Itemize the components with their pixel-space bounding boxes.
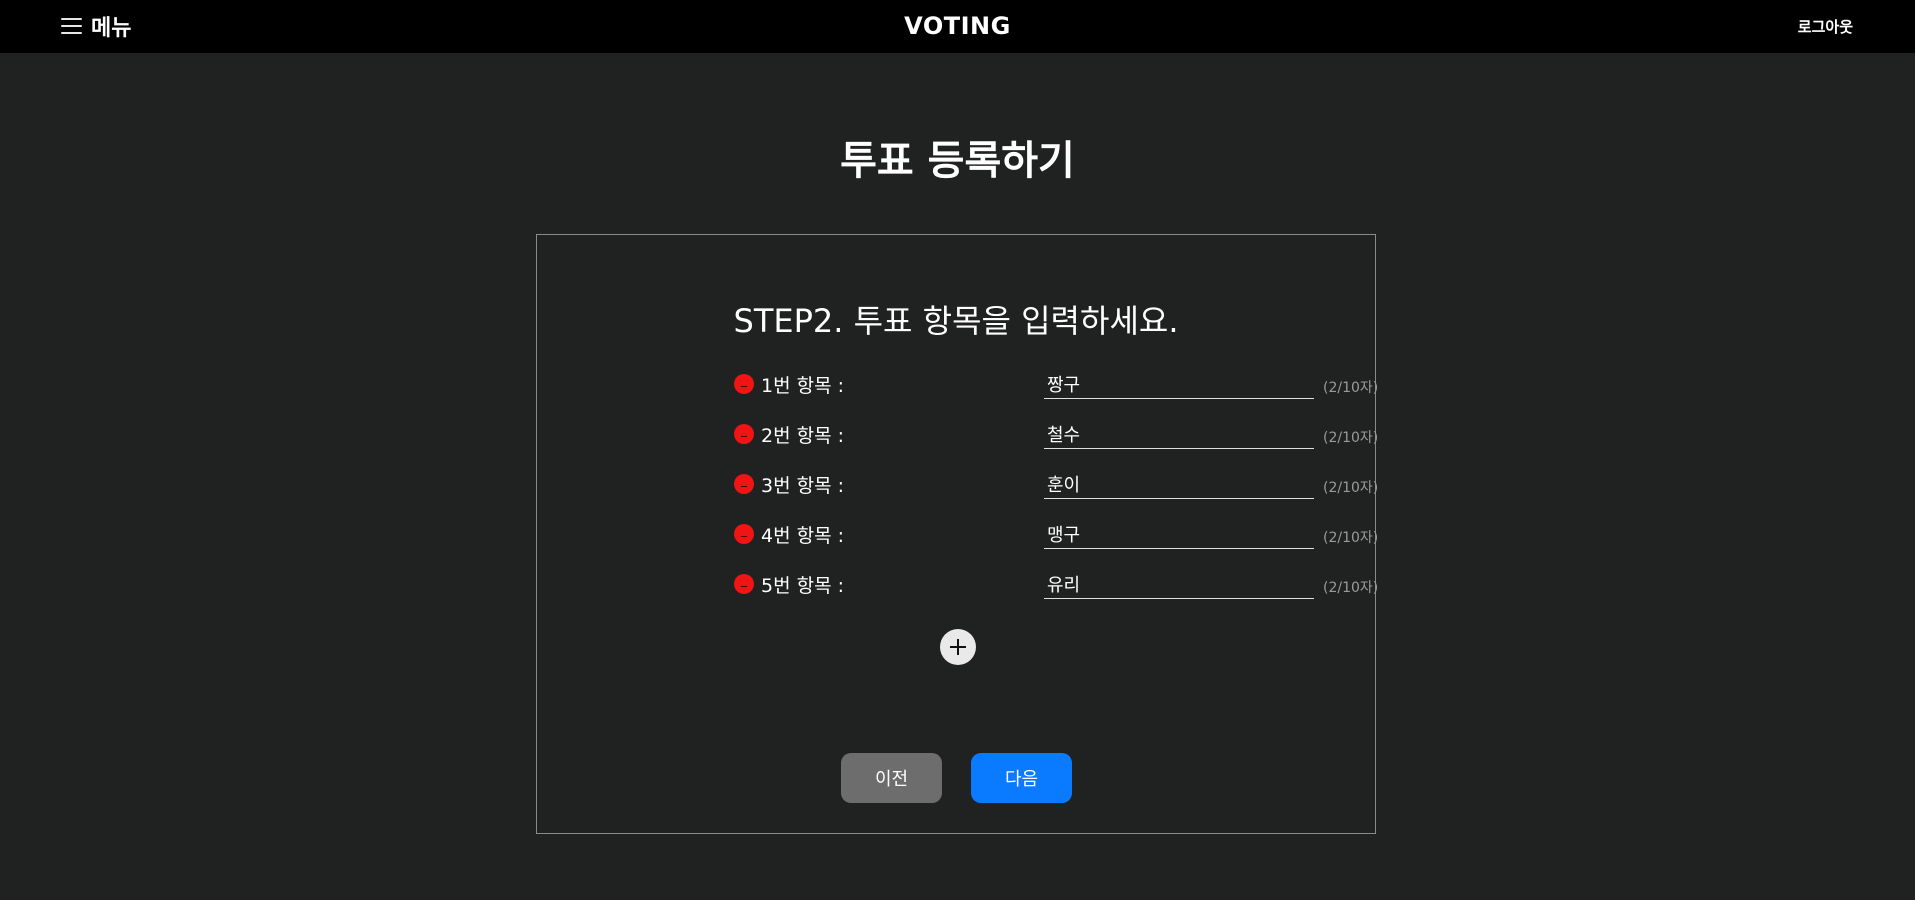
item-input[interactable] — [1044, 469, 1314, 499]
menu-label: 메뉴 — [91, 16, 132, 41]
char-count: (2/10자) — [1323, 480, 1379, 496]
remove-item-icon[interactable] — [734, 424, 754, 444]
top-navigation-bar: 메뉴 VOTING 로그아웃 — [0, 0, 1915, 53]
prev-button[interactable]: 이전 — [841, 753, 942, 803]
remove-item-icon[interactable] — [734, 524, 754, 544]
next-button[interactable]: 다음 — [971, 753, 1072, 803]
item-label: 2번 항목 : — [761, 425, 845, 447]
vote-item-row: 2번 항목 : (2/10자) — [734, 415, 1378, 449]
vote-item-row: 3번 항목 : (2/10자) — [734, 465, 1378, 499]
char-count: (2/10자) — [1323, 580, 1379, 596]
page-title: 투표 등록하기 — [840, 138, 1075, 184]
menu-button[interactable]: 메뉴 — [61, 12, 132, 41]
remove-item-icon[interactable] — [734, 374, 754, 394]
vote-form-card: STEP2. 투표 항목을 입력하세요. 1번 항목 : (2/10자) 2번 … — [536, 234, 1378, 834]
vote-item-row: 5번 항목 : (2/10자) — [734, 565, 1378, 599]
app-title: VOTING — [904, 12, 1011, 40]
step-title: STEP2. 투표 항목을 입력하세요. — [733, 302, 1179, 340]
char-count: (2/10자) — [1323, 380, 1379, 396]
add-item-icon[interactable] — [940, 629, 976, 665]
item-input[interactable] — [1044, 569, 1314, 599]
item-input[interactable] — [1044, 519, 1314, 549]
item-input[interactable] — [1044, 419, 1314, 449]
remove-item-icon[interactable] — [734, 474, 754, 494]
item-input[interactable] — [1044, 369, 1314, 399]
vote-item-row: 4번 항목 : (2/10자) — [734, 515, 1378, 549]
remove-item-icon[interactable] — [734, 574, 754, 594]
char-count: (2/10자) — [1323, 530, 1379, 546]
item-label: 1번 항목 : — [761, 375, 845, 397]
vote-item-row: 1번 항목 : (2/10자) — [734, 365, 1378, 399]
item-label: 4번 항목 : — [761, 525, 845, 547]
item-label: 5번 항목 : — [761, 575, 845, 597]
char-count: (2/10자) — [1323, 430, 1379, 446]
item-label: 3번 항목 : — [761, 475, 845, 497]
logout-button[interactable]: 로그아웃 — [1798, 16, 1853, 37]
hamburger-icon — [61, 18, 82, 34]
